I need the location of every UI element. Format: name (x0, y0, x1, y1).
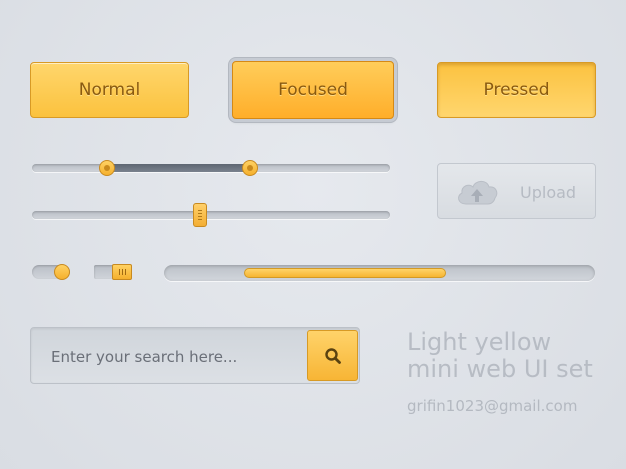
search-input[interactable] (49, 346, 313, 368)
upload-label: Upload (520, 183, 577, 202)
cloud-upload-icon (458, 180, 498, 205)
switch-knob[interactable] (112, 264, 132, 280)
focused-button[interactable]: Focused (232, 61, 394, 119)
search-button[interactable] (307, 330, 358, 381)
grip-icon (119, 269, 126, 275)
progress-bar-fill (244, 268, 446, 278)
branding-title-line1: Light yellow (407, 328, 552, 356)
branding-title-line2: mini web UI set (407, 355, 593, 383)
author-email: grifin1023@gmail.com (407, 397, 578, 415)
toggle-knob[interactable] (54, 264, 70, 280)
branding-title: Light yellow mini web UI set (407, 329, 607, 383)
grip-icon (198, 210, 203, 221)
slider-handle[interactable] (193, 203, 208, 227)
range-slider-fill (107, 164, 251, 172)
normal-button[interactable]: Normal (30, 62, 189, 118)
slider-track[interactable] (32, 211, 390, 219)
upload-button[interactable]: Upload (437, 163, 596, 219)
range-slider-high-handle[interactable] (242, 160, 259, 176)
range-slider-low-handle[interactable] (99, 160, 116, 176)
search-icon (324, 347, 341, 364)
pressed-button[interactable]: Pressed (437, 62, 596, 118)
